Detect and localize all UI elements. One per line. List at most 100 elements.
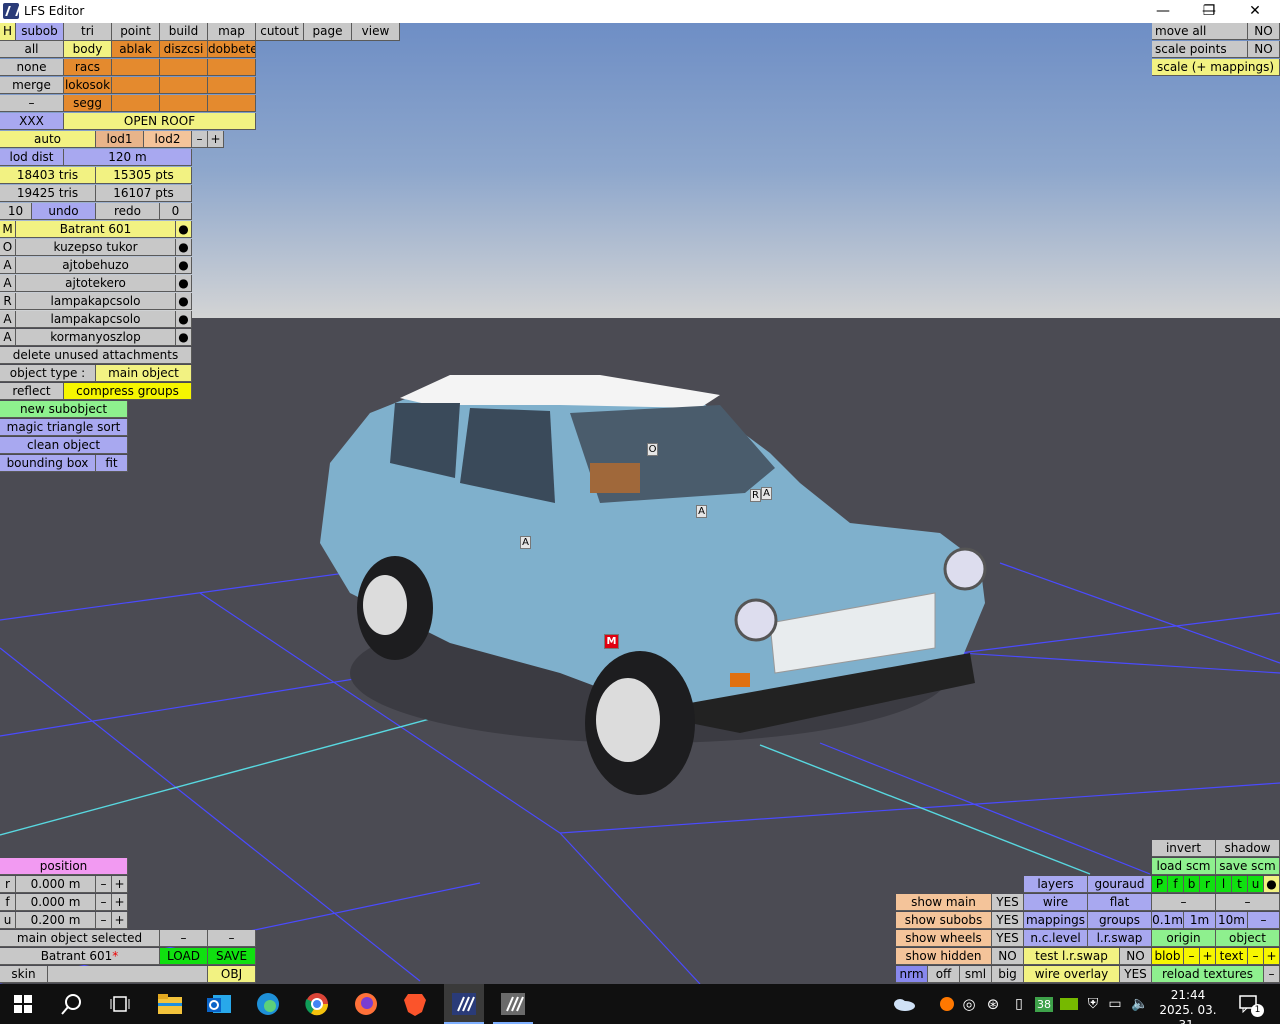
lod-plus-button[interactable]: + (208, 131, 224, 148)
group-lokosok[interactable]: lokosok (64, 77, 112, 94)
object-visibility-dot[interactable]: ● (176, 275, 192, 292)
menu-h-button[interactable]: H (0, 23, 16, 41)
counter-badge[interactable]: 38 (1034, 984, 1054, 1024)
menu-view[interactable]: view (352, 23, 400, 41)
attachment-marker-a3[interactable]: A (520, 536, 531, 549)
gouraud-button[interactable]: gouraud (1088, 876, 1152, 893)
object-list-item[interactable]: ajtobehuzo (16, 257, 176, 274)
big-button[interactable]: big (992, 966, 1024, 983)
group-all-button[interactable]: all (0, 41, 64, 58)
blob-button[interactable]: blob (1152, 948, 1184, 965)
car-model[interactable] (0, 23, 1280, 984)
move-all-toggle[interactable]: NO (1248, 23, 1280, 40)
size-0-1m[interactable]: 0.1m (1152, 912, 1184, 929)
text-plus[interactable]: + (1264, 948, 1280, 965)
security-icon[interactable]: ⛨ (1084, 984, 1102, 1024)
close-button[interactable]: ✕ (1232, 0, 1278, 23)
compress-groups-button[interactable]: compress groups (64, 383, 192, 400)
avast-icon[interactable] (938, 984, 956, 1024)
attachment-marker-r[interactable]: R (750, 489, 761, 502)
obj-button[interactable]: OBJ (208, 966, 256, 983)
letters-dot[interactable]: ● (1264, 876, 1280, 893)
lod-auto-button[interactable]: auto (0, 131, 96, 148)
reload-textures-button[interactable]: reload textures (1152, 966, 1264, 983)
lr-swap-button[interactable]: l.r.swap (1088, 930, 1152, 947)
text-button[interactable]: text (1216, 948, 1248, 965)
edge-icon[interactable] (248, 984, 288, 1024)
group-racs[interactable]: racs (64, 59, 112, 76)
vpn-icon[interactable]: ⊛ (984, 984, 1002, 1024)
group-empty[interactable] (160, 77, 208, 94)
nvidia-icon[interactable] (1058, 984, 1080, 1024)
size-10m[interactable]: 10m (1216, 912, 1248, 929)
volume-icon[interactable]: 🔈 (1130, 984, 1150, 1024)
scale-mappings-button[interactable]: scale (+ mappings) (1152, 59, 1280, 76)
wire-button[interactable]: wire (1024, 894, 1088, 911)
menu-build[interactable]: build (160, 23, 208, 41)
groups-button[interactable]: groups (1088, 912, 1152, 929)
redo-button[interactable]: redo (96, 203, 160, 220)
undo-button[interactable]: undo (32, 203, 96, 220)
save-scm-button[interactable]: save scm (1216, 858, 1280, 875)
notifications-icon[interactable]: 1 (1234, 984, 1264, 1024)
group-none-button[interactable]: none (0, 59, 64, 76)
magic-triangle-sort-button[interactable]: magic triangle sort (0, 419, 128, 436)
object-list-item[interactable]: Batrant 601 (16, 221, 176, 238)
view-minus-2[interactable]: – (1216, 894, 1280, 911)
new-subobject-button[interactable]: new subobject (0, 401, 128, 418)
group-dobbete[interactable]: dobbete (208, 41, 256, 58)
windows-start-icon[interactable] (3, 984, 43, 1024)
view-letter-button[interactable]: r (1200, 876, 1216, 893)
usb-icon[interactable]: ▯ (1010, 984, 1028, 1024)
view-minus-1[interactable]: – (1152, 894, 1216, 911)
shadow-button[interactable]: shadow (1216, 840, 1280, 857)
menu-cutout[interactable]: cutout (256, 23, 304, 41)
open-roof-group[interactable]: OPEN ROOF (64, 113, 256, 130)
nrm-button[interactable]: nrm (896, 966, 928, 983)
lod2-button[interactable]: lod2 (144, 131, 192, 148)
firefox-icon[interactable] (346, 984, 386, 1024)
network-icon[interactable]: ▭ (1106, 984, 1124, 1024)
object-list-item[interactable]: lampakapcsolo (16, 311, 176, 328)
lfs-editor-taskbar-icon[interactable] (444, 984, 484, 1024)
3d-viewport[interactable]: O R A A A M (0, 23, 1280, 984)
axis-value[interactable]: 0.000 m (16, 876, 96, 893)
object-list-item[interactable]: ajtotekero (16, 275, 176, 292)
group-ablak[interactable]: ablak (112, 41, 160, 58)
group-empty[interactable] (208, 59, 256, 76)
object-list-item[interactable]: lampakapcsolo (16, 293, 176, 310)
menu-tri[interactable]: tri (64, 23, 112, 41)
brave-icon[interactable] (395, 984, 435, 1024)
flat-button[interactable]: flat (1088, 894, 1152, 911)
load-button[interactable]: LOAD (160, 948, 208, 965)
blob-plus[interactable]: + (1200, 948, 1216, 965)
show-subobs-toggle[interactable]: YES (992, 912, 1024, 929)
object-visibility-dot[interactable]: ● (176, 311, 192, 328)
status-minus-1[interactable]: – (160, 930, 208, 947)
minimize-button-2[interactable]: — (1140, 0, 1186, 23)
lod-minus-button[interactable]: – (192, 131, 208, 148)
load-scm-button[interactable]: load scm (1152, 858, 1216, 875)
axis-value[interactable]: 0.200 m (16, 912, 96, 929)
lod-dist-value[interactable]: 120 m (64, 149, 192, 166)
view-letter-button[interactable]: t (1232, 876, 1248, 893)
object-visibility-dot[interactable]: ● (176, 329, 192, 346)
attachment-marker-a1[interactable]: A (761, 487, 772, 500)
group-empty[interactable] (160, 95, 208, 112)
object-type-value[interactable]: main object (96, 365, 192, 382)
menu-page[interactable]: page (304, 23, 352, 41)
object-button[interactable]: object (1216, 930, 1280, 947)
object-visibility-dot[interactable]: ● (176, 221, 192, 238)
size-minus[interactable]: – (1248, 912, 1280, 929)
off-button[interactable]: off (928, 966, 960, 983)
file-name[interactable]: Batrant 601* (0, 948, 160, 965)
fit-button[interactable]: fit (96, 455, 128, 472)
clean-object-button[interactable]: clean object (0, 437, 128, 454)
lfs-taskbar-icon[interactable] (493, 984, 533, 1024)
object-visibility-dot[interactable]: ● (176, 257, 192, 274)
nc-level-button[interactable]: n.c.level (1024, 930, 1088, 947)
view-letter-button[interactable]: P (1152, 876, 1168, 893)
status-minus-2[interactable]: – (208, 930, 256, 947)
object-visibility-dot[interactable]: ● (176, 239, 192, 256)
group-empty[interactable] (160, 59, 208, 76)
